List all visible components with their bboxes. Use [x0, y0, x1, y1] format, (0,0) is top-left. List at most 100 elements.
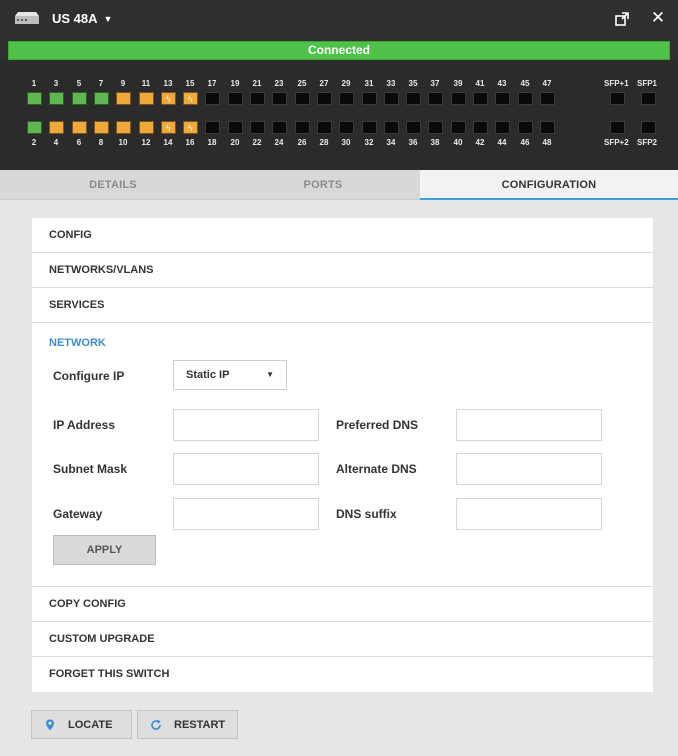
- preferred-dns-field[interactable]: [456, 409, 602, 441]
- port-number: 25: [297, 79, 307, 88]
- port-5[interactable]: [72, 92, 87, 105]
- port-36[interactable]: [406, 121, 421, 134]
- port-number: 5: [76, 79, 82, 88]
- port-47[interactable]: [540, 92, 555, 105]
- port-18[interactable]: [205, 121, 220, 134]
- port-4[interactable]: [49, 121, 64, 134]
- network-section-title[interactable]: NETWORK: [49, 337, 106, 349]
- section-copy-config[interactable]: COPY CONFIG: [32, 587, 653, 622]
- port-27[interactable]: [317, 92, 332, 105]
- port-39[interactable]: [451, 92, 466, 105]
- port-number: 12: [141, 138, 151, 147]
- dns-suffix-field[interactable]: [456, 498, 602, 530]
- port-31[interactable]: [362, 92, 377, 105]
- port-21[interactable]: [250, 92, 265, 105]
- alternate-dns-field[interactable]: [456, 453, 602, 485]
- port-11[interactable]: [139, 92, 154, 105]
- tab-ports[interactable]: PORTS: [226, 170, 420, 200]
- port-28[interactable]: [317, 121, 332, 134]
- sfp-port[interactable]: [641, 121, 656, 134]
- restart-button[interactable]: RESTART: [137, 710, 238, 739]
- port-30[interactable]: [339, 121, 354, 134]
- port-45[interactable]: [518, 92, 533, 105]
- port-number: 14: [163, 138, 173, 147]
- port-43[interactable]: [495, 92, 510, 105]
- port-46[interactable]: [518, 121, 533, 134]
- port-42[interactable]: [473, 121, 488, 134]
- port-number: 41: [475, 79, 485, 88]
- port-19[interactable]: [228, 92, 243, 105]
- locate-button[interactable]: LOCATE: [31, 710, 132, 739]
- tab-details[interactable]: DETAILS: [0, 170, 226, 200]
- port-number: 2: [31, 138, 37, 147]
- sfp-port[interactable]: [610, 121, 625, 134]
- dns-suffix-label: DNS suffix: [336, 507, 397, 521]
- port-number: 16: [185, 138, 195, 147]
- device-selector[interactable]: US 48A ▼: [52, 11, 112, 26]
- port-24[interactable]: [272, 121, 287, 134]
- port-number: 45: [520, 79, 530, 88]
- sfp-port[interactable]: [610, 92, 625, 105]
- port-48[interactable]: [540, 121, 555, 134]
- port-37[interactable]: [428, 92, 443, 105]
- port-number: 40: [453, 138, 463, 147]
- port-number: 20: [230, 138, 240, 147]
- gateway-field[interactable]: [173, 498, 319, 530]
- section-networks-vlans[interactable]: NETWORKS/VLANS: [32, 253, 653, 288]
- port-14[interactable]: ϟ: [161, 121, 176, 134]
- sfp-port[interactable]: [641, 92, 656, 105]
- sfp-label: SFP2: [637, 138, 658, 147]
- port-number: 17: [207, 79, 217, 88]
- port-33[interactable]: [384, 92, 399, 105]
- restart-label: RESTART: [174, 718, 226, 731]
- port-8[interactable]: [94, 121, 109, 134]
- ip-address-field[interactable]: [173, 409, 319, 441]
- port-40[interactable]: [451, 121, 466, 134]
- ip-address-label: IP Address: [53, 418, 116, 432]
- port-3[interactable]: [49, 92, 64, 105]
- popout-window-icon[interactable]: [614, 11, 630, 27]
- port-10[interactable]: [116, 121, 131, 134]
- port-23[interactable]: [272, 92, 287, 105]
- port-25[interactable]: [295, 92, 310, 105]
- port-22[interactable]: [250, 121, 265, 134]
- port-9[interactable]: [116, 92, 131, 105]
- location-pin-icon: [46, 719, 54, 730]
- port-2[interactable]: [27, 121, 42, 134]
- port-44[interactable]: [495, 121, 510, 134]
- port-15[interactable]: ϟ: [183, 92, 198, 105]
- port-32[interactable]: [362, 121, 377, 134]
- port-number: 46: [520, 138, 530, 147]
- port-35[interactable]: [406, 92, 421, 105]
- port-number: 31: [364, 79, 374, 88]
- section-services[interactable]: SERVICES: [32, 288, 653, 323]
- port-number: 22: [252, 138, 262, 147]
- port-1[interactable]: [27, 92, 42, 105]
- gateway-label: Gateway: [53, 507, 103, 521]
- port-number: 18: [207, 138, 217, 147]
- section-custom-upgrade[interactable]: CUSTOM UPGRADE: [32, 622, 653, 657]
- port-26[interactable]: [295, 121, 310, 134]
- apply-button[interactable]: APPLY: [53, 535, 156, 565]
- port-number: 10: [118, 138, 128, 147]
- port-7[interactable]: [94, 92, 109, 105]
- port-number: 35: [408, 79, 418, 88]
- port-12[interactable]: [139, 121, 154, 134]
- section-config[interactable]: CONFIG: [32, 218, 653, 253]
- port-41[interactable]: [473, 92, 488, 105]
- configure-ip-select[interactable]: Static IP ▼: [173, 360, 287, 390]
- section-forget-switch[interactable]: FORGET THIS SWITCH: [32, 657, 653, 692]
- tab-configuration[interactable]: CONFIGURATION: [420, 170, 678, 200]
- subnet-mask-label: Subnet Mask: [53, 462, 128, 476]
- subnet-mask-field[interactable]: [173, 453, 319, 485]
- port-20[interactable]: [228, 121, 243, 134]
- port-13[interactable]: ϟ: [161, 92, 176, 105]
- port-6[interactable]: [72, 121, 87, 134]
- port-34[interactable]: [384, 121, 399, 134]
- port-number: 27: [319, 79, 329, 88]
- port-38[interactable]: [428, 121, 443, 134]
- port-29[interactable]: [339, 92, 354, 105]
- port-17[interactable]: [205, 92, 220, 105]
- close-icon[interactable]: ✕: [649, 9, 667, 27]
- port-16[interactable]: ϟ: [183, 121, 198, 134]
